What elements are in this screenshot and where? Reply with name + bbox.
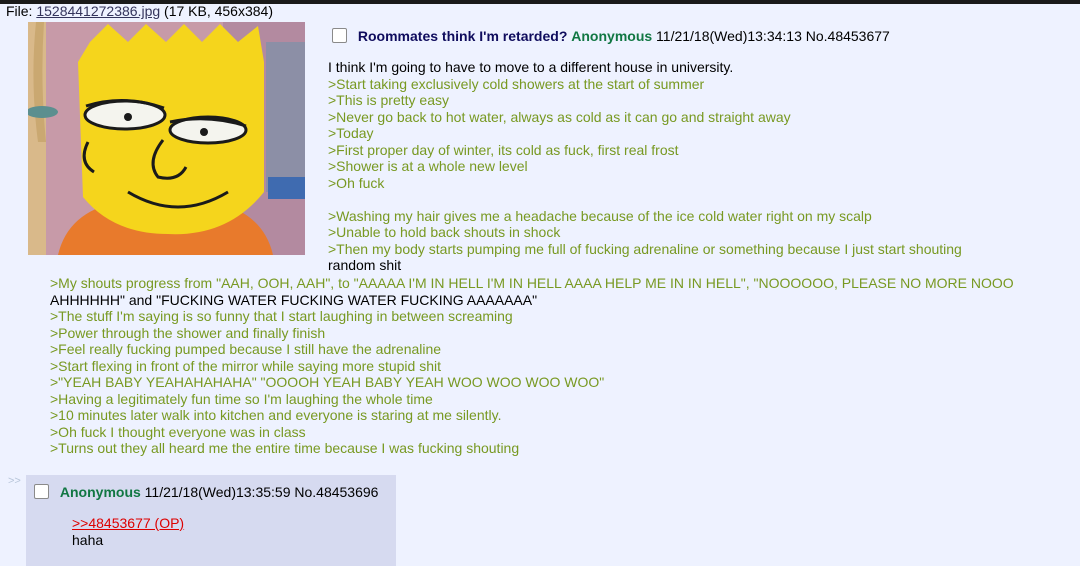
op-post-header: Roommates think I'm retarded? Anonymous … bbox=[332, 27, 890, 45]
greentext-line: >Turns out they all heard me the entire … bbox=[50, 440, 520, 456]
post-text-line: I think I'm going to have to move to a d… bbox=[328, 59, 734, 75]
reply-datetime: 11/21/18(Wed)13:35:59 bbox=[144, 484, 291, 500]
reply-post-header: Anonymous 11/21/18(Wed)13:35:59 No.48453… bbox=[34, 483, 378, 501]
file-link[interactable]: 1528441272386.jpg bbox=[36, 3, 160, 19]
greentext-line: >Washing my hair gives me a headache bec… bbox=[328, 207, 872, 224]
greentext-line: >This is pretty easy bbox=[328, 92, 449, 108]
greentext-line: >Then my body starts pumping me full of … bbox=[328, 240, 962, 257]
greentext-line: >Start flexing in front of the mirror wh… bbox=[50, 357, 442, 374]
greentext-line: >Today bbox=[328, 125, 374, 141]
greentext-line: >First proper day of winter, its cold as… bbox=[328, 141, 679, 158]
op-poster-name: Anonymous bbox=[571, 28, 653, 44]
reply-select-checkbox[interactable] bbox=[34, 484, 49, 499]
reply-poster-name: Anonymous bbox=[59, 484, 141, 500]
greentext-line: >Having a legitimately fun time so I'm l… bbox=[50, 390, 433, 407]
greentext-line: >"YEAH BABY YEAHAHAHAHA" "OOOOH YEAH BAB… bbox=[50, 374, 605, 390]
greentext-line: >My shouts progress from "AAH, OOH, AAH"… bbox=[50, 275, 1014, 291]
greentext-line: >Shower is at a whole new level bbox=[328, 158, 528, 174]
reply-arrows: >> bbox=[8, 475, 21, 487]
post-text-line: random shit bbox=[328, 257, 402, 273]
greentext-line: >Unable to hold back shouts in shock bbox=[328, 224, 561, 240]
file-label: File: bbox=[6, 3, 33, 19]
greentext-line: >The stuff I'm saying is so funny that I… bbox=[50, 308, 513, 324]
greentext-line: >Oh fuck bbox=[328, 174, 385, 191]
op-select-checkbox[interactable] bbox=[332, 28, 347, 43]
reply-quote-link[interactable]: >>48453677 (OP) bbox=[72, 515, 184, 532]
post-text-line: AHHHHHH" and "FUCKING WATER FUCKING WATE… bbox=[50, 291, 538, 308]
greentext-line: >Feel really fucking pumped because I st… bbox=[50, 341, 442, 357]
op-post-number[interactable]: No.48453677 bbox=[806, 28, 890, 44]
op-subject: Roommates think I'm retarded? bbox=[357, 28, 568, 44]
greentext-line: >Oh fuck I thought everyone was in class bbox=[50, 423, 306, 440]
greentext-line: >Never go back to hot water, always as c… bbox=[328, 108, 791, 125]
file-info: File: 1528441272386.jpg (17 KB, 456x384) bbox=[6, 2, 273, 20]
cartoon-face-image bbox=[28, 22, 305, 255]
op-datetime: 11/21/18(Wed)13:34:13 bbox=[656, 28, 802, 44]
op-post-body-bottom: >My shouts progress from "AAH, OOH, AAH"… bbox=[50, 275, 1040, 457]
greentext-line: >Power through the shower and finally fi… bbox=[50, 324, 326, 341]
op-image-thumbnail[interactable] bbox=[28, 22, 305, 255]
reply-post-number[interactable]: No.48453696 bbox=[294, 484, 378, 500]
greentext-line: >10 minutes later walk into kitchen and … bbox=[50, 407, 502, 423]
op-post-body-top: I think I'm going to have to move to a d… bbox=[328, 59, 1028, 274]
greentext-line: >Start taking exclusively cold showers a… bbox=[328, 75, 705, 92]
reply-post: Anonymous 11/21/18(Wed)13:35:59 No.48453… bbox=[26, 475, 396, 566]
file-meta: (17 KB, 456x384) bbox=[164, 3, 273, 19]
reply-text: haha bbox=[72, 532, 104, 548]
